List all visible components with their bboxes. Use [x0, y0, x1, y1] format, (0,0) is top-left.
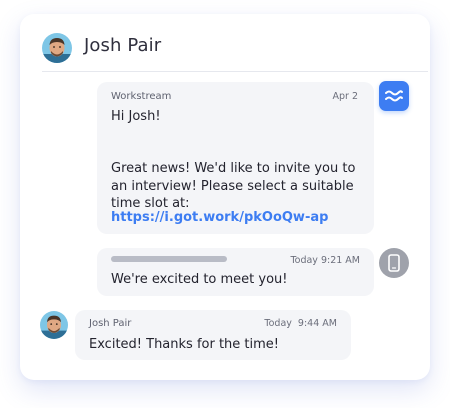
sender-placeholder-bar — [111, 256, 227, 262]
workstream-logo-icon — [379, 81, 409, 111]
chat-header: Josh Pair — [20, 14, 430, 72]
person-avatar-icon[interactable] — [42, 33, 72, 63]
contact-name: Josh Pair — [84, 35, 162, 56]
message-body: We're excited to meet you! — [111, 272, 288, 287]
message-greeting: Hi Josh! — [111, 109, 161, 124]
message-body: Great news! We'd like to invite you to a… — [111, 161, 356, 211]
person-avatar-icon[interactable] — [40, 311, 68, 339]
chat-card: Josh Pair Workstream Apr 2 Hi Josh! Grea… — [20, 14, 430, 380]
message-bubble-sms: Today 9:21 AM We're excited to meet you! — [97, 248, 374, 296]
message-time: Apr 2 — [332, 91, 359, 102]
message-bubble-candidate: Josh Pair Today 9:44 AM Excited! Thanks … — [75, 310, 351, 360]
header-divider — [42, 71, 428, 72]
message-body: Excited! Thanks for the time! — [89, 337, 280, 352]
message-time: Today 9:21 AM — [290, 255, 360, 266]
message-sender: Workstream — [111, 91, 172, 102]
phone-icon — [379, 248, 409, 278]
message-sender: Josh Pair — [89, 318, 132, 329]
message-bubble-workstream: Workstream Apr 2 Hi Josh! Great news! We… — [97, 82, 374, 234]
interview-link[interactable]: https://i.got.work/pkOoQw-ap — [111, 210, 328, 225]
message-time: Today 9:44 AM — [264, 318, 337, 329]
